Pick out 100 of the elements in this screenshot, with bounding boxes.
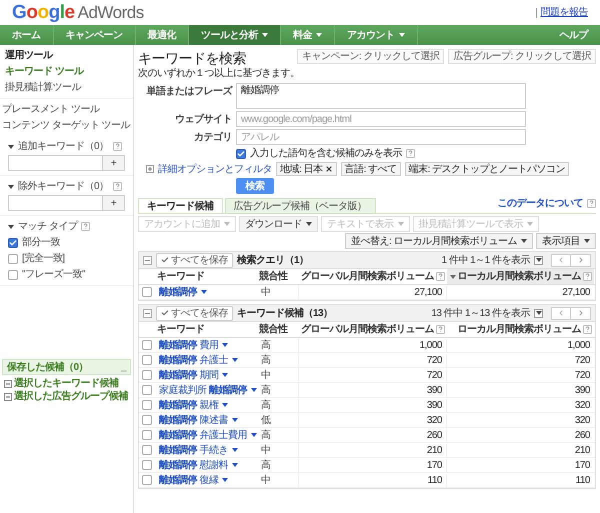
column-header[interactable]: グローバル月間検索ボリューム	[299, 322, 447, 337]
help-icon[interactable]	[112, 182, 122, 191]
section-title[interactable]: マッチ タイプ	[18, 220, 78, 233]
filter-chip[interactable]: 地域: 日本	[276, 162, 337, 176]
column-header[interactable]: 競合性	[257, 269, 299, 284]
keyword-link[interactable]: 離婚調停 手続き	[155, 444, 257, 456]
checkbox[interactable]	[142, 475, 152, 485]
sidebar-link[interactable]: コンテンツ ターゲット ツール	[2, 119, 131, 132]
save-all-button[interactable]: すべてを保存	[156, 306, 233, 320]
checkbox[interactable]	[142, 400, 152, 410]
help-icon[interactable]	[583, 272, 592, 281]
next-button[interactable]	[571, 306, 591, 320]
table-title: 検索クエリ（1）	[237, 254, 309, 266]
tab[interactable]: キーワード候補	[138, 198, 222, 213]
checkbox[interactable]	[142, 430, 152, 440]
table-cell: 320	[299, 414, 447, 426]
saved-item-link[interactable]: 選択した広告グループ候補	[14, 390, 128, 403]
add-button[interactable]: +	[103, 155, 125, 171]
collapse-icon[interactable]	[4, 380, 12, 388]
help-icon[interactable]	[583, 325, 592, 334]
table-cell: 中	[257, 285, 299, 299]
report-link[interactable]: 問題を報告	[540, 6, 588, 19]
section-title[interactable]: 追加キーワード（0）	[18, 140, 109, 153]
tab[interactable]: 広告グループ候補（ベータ版）	[224, 198, 376, 213]
input-field[interactable]: www.google.com/page.html	[236, 111, 526, 127]
keyword-link[interactable]: 離婚調停 慰謝料	[155, 458, 257, 472]
next-button[interactable]	[571, 254, 591, 266]
remove-icon[interactable]	[324, 165, 333, 173]
caret-icon	[250, 433, 257, 437]
keyword-link[interactable]: 離婚調停 親権	[155, 398, 257, 412]
checkbox[interactable]	[142, 370, 152, 380]
help-icon[interactable]	[587, 199, 596, 208]
column-header[interactable]: 競合性	[257, 322, 299, 337]
keyword-link[interactable]: 離婚調停 期間	[155, 368, 257, 382]
help-icon[interactable]	[436, 272, 445, 281]
keyword-link[interactable]: 離婚調停 弁護士	[155, 354, 257, 366]
previous-button[interactable]	[551, 306, 571, 320]
checkbox[interactable]	[142, 287, 152, 297]
toolbar-button[interactable]: ダウンロード	[239, 216, 318, 232]
sidebar-link[interactable]: プレースメント ツール	[2, 103, 131, 116]
input-field[interactable]: アパレル	[236, 129, 526, 145]
checkbox[interactable]	[142, 340, 152, 350]
sort-button[interactable]: 並べ替え: ローカル月間検索ボリューム	[344, 233, 533, 249]
keyword-link[interactable]: 離婚調停 弁護士費用	[155, 428, 257, 442]
keyword-link[interactable]: 離婚調停 費用	[155, 338, 257, 352]
column-header[interactable]: キーワード	[155, 322, 257, 337]
column-header[interactable]: キーワード	[155, 269, 257, 284]
dropdown-icon[interactable]	[534, 308, 543, 318]
sidebar-heading: 運用ツール	[5, 49, 54, 62]
checkbox[interactable]	[142, 385, 152, 395]
checkbox[interactable]	[142, 445, 152, 455]
keyword-input[interactable]	[8, 155, 103, 171]
collapse-button[interactable]: _	[120, 360, 126, 374]
filter-chip[interactable]: 端末: デスクトップとノートパソコン	[404, 162, 570, 176]
checkbox[interactable]	[142, 460, 152, 470]
caret-icon	[224, 222, 230, 226]
dropdown-icon[interactable]	[534, 256, 543, 264]
collapse-icon[interactable]	[143, 256, 152, 264]
keyword-link[interactable]: 家庭裁判所 離婚調停	[155, 384, 257, 396]
saved-item-link[interactable]: 選択したキーワード候補	[14, 377, 118, 390]
selector-field[interactable]: 広告グループ: クリックして選択	[448, 49, 596, 64]
table-cell-text: 320	[574, 414, 591, 426]
phrase-field[interactable]: 離婚調停	[236, 83, 526, 109]
about-data-link[interactable]: このデータについて	[498, 197, 583, 210]
checkbox-label: "フレーズ一致"	[22, 268, 86, 281]
help-icon[interactable]	[81, 222, 90, 231]
keyword-input[interactable]	[8, 195, 103, 211]
checkbox[interactable]	[142, 415, 152, 425]
sidebar-link[interactable]: 掛見積計算ツール	[5, 81, 128, 94]
help-icon[interactable]	[436, 325, 445, 334]
keyword-link[interactable]: 離婚調停 復縁	[155, 474, 257, 486]
add-button[interactable]: +	[103, 195, 125, 211]
checkbox[interactable]	[236, 148, 246, 158]
checkbox[interactable]	[8, 238, 18, 248]
column-header[interactable]: ローカル月間検索ボリューム	[447, 269, 594, 284]
range-text: 13 件中 1～13 件を表示	[431, 306, 530, 320]
selector-field[interactable]: キャンペーン: クリックして選択	[296, 49, 444, 64]
keyword-link[interactable]: 離婚調停	[155, 286, 257, 298]
sidebar-link[interactable]: キーワード ツール	[5, 65, 128, 78]
section-title[interactable]: 除外キーワード（0）	[18, 180, 109, 193]
checkbox[interactable]	[142, 355, 152, 365]
keyword-link[interactable]: 離婚調停 陳述書	[155, 414, 257, 426]
checkbox[interactable]	[8, 270, 18, 280]
columns-button[interactable]: 表示項目	[536, 233, 596, 249]
help-icon[interactable]	[112, 142, 122, 151]
save-all-button[interactable]: すべてを保存	[156, 252, 233, 268]
column-header[interactable]: ローカル月間検索ボリューム	[447, 322, 594, 337]
help-icon[interactable]	[406, 149, 415, 158]
column-header[interactable]: グローバル月間検索ボリューム	[299, 269, 447, 284]
caret-icon	[222, 478, 228, 482]
caret-icon	[232, 448, 238, 452]
expand-icon[interactable]	[146, 165, 154, 173]
previous-button[interactable]	[551, 254, 571, 266]
filter-chip[interactable]: 言語: すべて	[340, 162, 401, 176]
advanced-options-link[interactable]: 詳細オプションとフィルタ	[158, 162, 272, 176]
table-cell: 720	[299, 354, 447, 366]
collapse-icon[interactable]	[4, 392, 12, 400]
checkbox[interactable]	[8, 254, 18, 264]
collapse-icon[interactable]	[143, 308, 152, 318]
nav-tab[interactable]: ツールと分析	[189, 25, 281, 45]
